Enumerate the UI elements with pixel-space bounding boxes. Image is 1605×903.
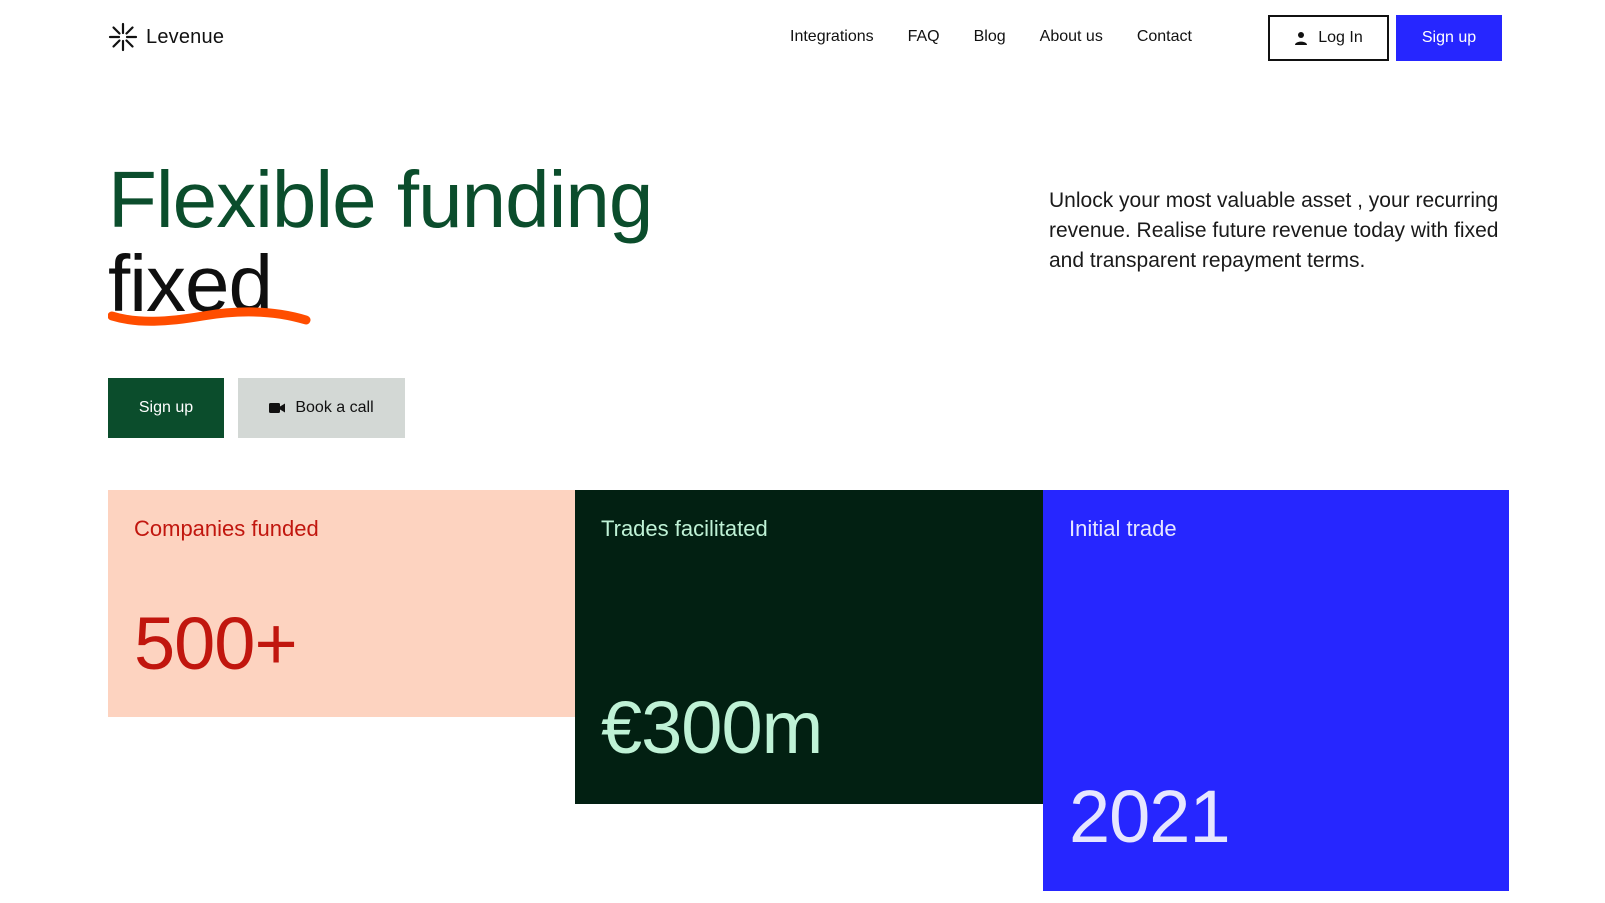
- nav-about-us[interactable]: About us: [1040, 28, 1103, 46]
- login-label: Log In: [1318, 29, 1363, 46]
- asterisk-logo-icon: [108, 22, 138, 52]
- book-call-label: Book a call: [295, 399, 374, 416]
- nav-faq[interactable]: FAQ: [908, 28, 940, 46]
- stat-label: Initial trade: [1069, 516, 1177, 541]
- logo-link[interactable]: Levenue: [108, 22, 224, 52]
- hero-title: Flexible funding fixed: [108, 155, 653, 326]
- stat-card-trades-facilitated: Trades facilitated €300m: [575, 490, 1043, 804]
- video-camera-icon: [269, 403, 286, 413]
- underline-squiggle-icon: [108, 307, 311, 326]
- site-header: Levenue Integrations FAQ Blog About us C…: [0, 0, 1605, 76]
- stat-label: Trades facilitated: [601, 516, 768, 541]
- hero-title-line1: Flexible funding: [108, 155, 653, 244]
- stat-label: Companies funded: [134, 516, 319, 541]
- login-button[interactable]: Log In: [1268, 15, 1389, 61]
- logo-text: Levenue: [146, 25, 225, 48]
- hero-signup-button[interactable]: Sign up: [108, 378, 224, 438]
- hero-description: Unlock your most valuable asset , your r…: [1049, 189, 1499, 272]
- nav-blog[interactable]: Blog: [974, 28, 1006, 46]
- stat-card-companies-funded: Companies funded 500+: [108, 490, 575, 717]
- nav-contact[interactable]: Contact: [1137, 28, 1192, 46]
- user-icon: [1295, 32, 1308, 45]
- header-signup-label: Sign up: [1421, 29, 1477, 46]
- page: Levenue Integrations FAQ Blog About us C…: [0, 0, 1605, 903]
- hero-signup-label: Sign up: [138, 399, 194, 416]
- stat-value: 500+: [134, 602, 298, 685]
- stat-value: 2021: [1069, 775, 1231, 858]
- stat-card-initial-trade: Initial trade 2021: [1043, 490, 1509, 891]
- book-call-button[interactable]: Book a call: [238, 378, 405, 438]
- header-signup-button[interactable]: Sign up: [1396, 15, 1502, 61]
- stat-value: €300m: [601, 686, 823, 769]
- main-nav: Integrations FAQ Blog About us Contact: [790, 28, 1192, 46]
- nav-integrations[interactable]: Integrations: [790, 28, 874, 46]
